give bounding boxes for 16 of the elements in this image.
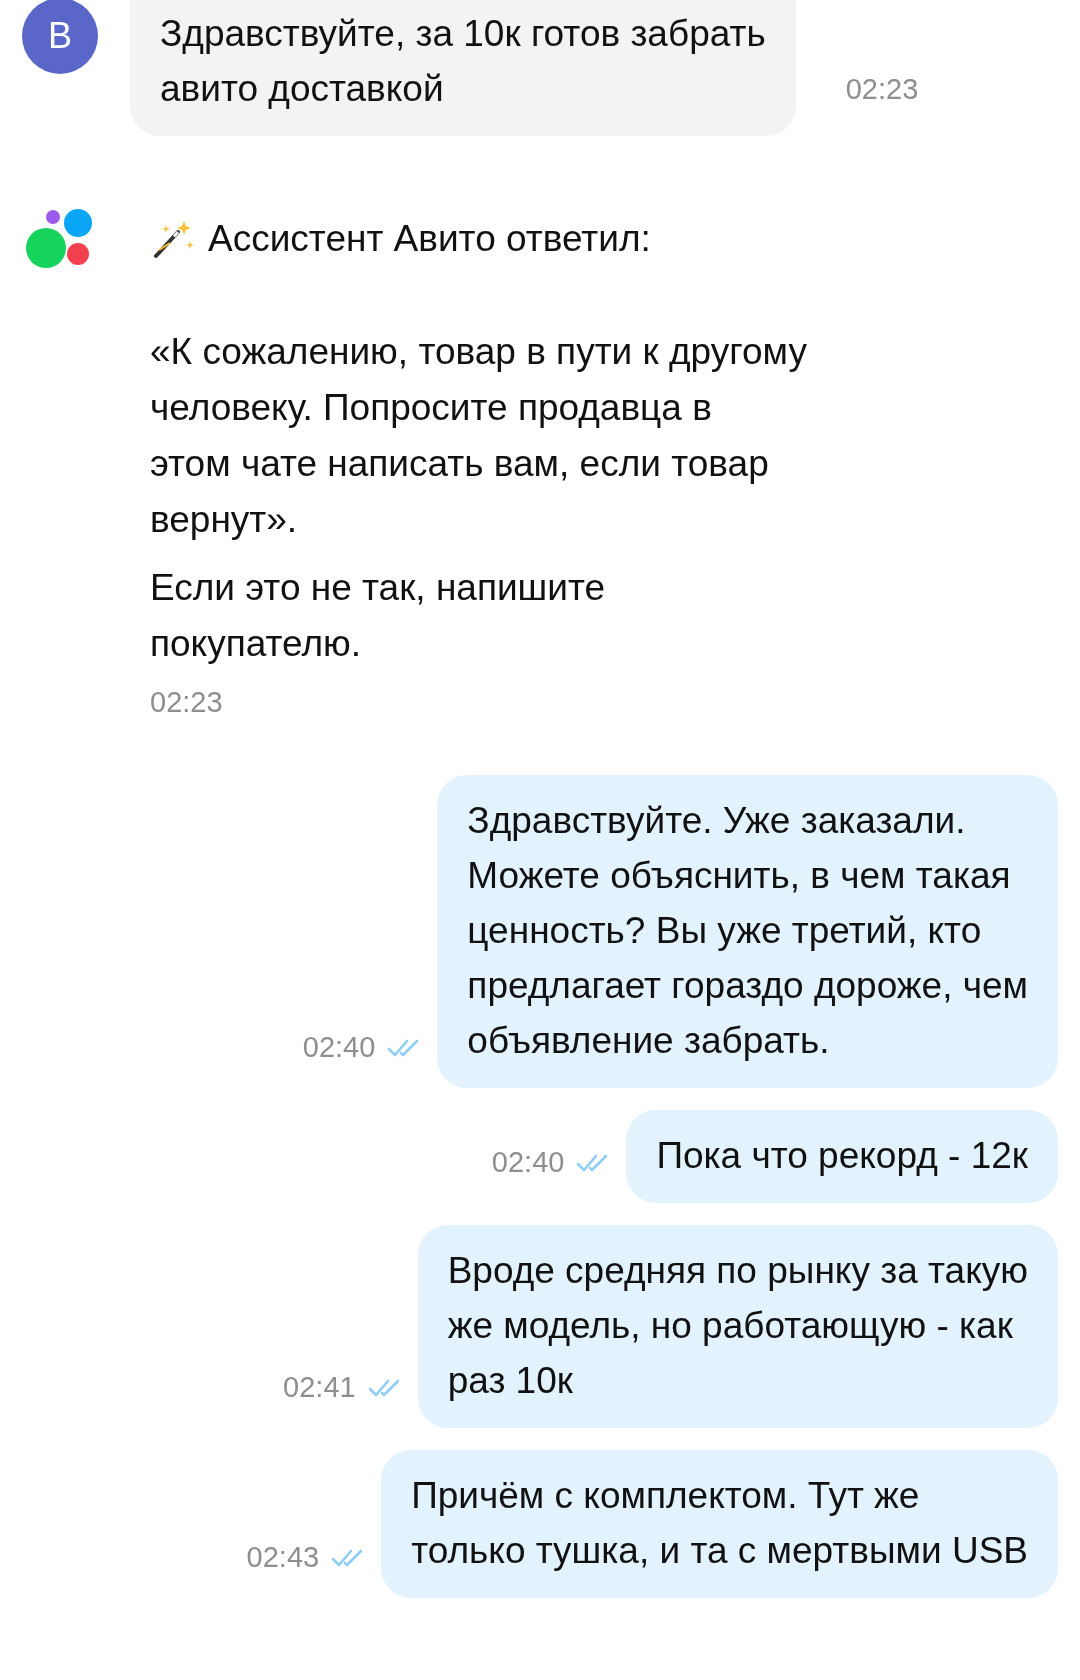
message-text: «К сожалению, товар в пути к другому человеку. Попросите продавца в этом чате написать вам, если товар вернут». — [150, 330, 807, 542]
message-bubble: Пока что рекорд - 12к — [626, 1110, 1058, 1203]
message-text: Если это не так, напишите покупателю. — [150, 566, 607, 666]
assistant-header: Ассистент Авито ответил: — [208, 218, 651, 260]
message-bubble: Вроде средняя по рынку за такую же модель, но работающую - как раз 10к — [417, 1225, 1058, 1428]
message-time: 02:23 — [150, 686, 224, 719]
message-time: 02:43 — [246, 1541, 320, 1574]
message-time: 02:40 — [302, 1031, 376, 1064]
message-bubble: Здравствуйте. Уже заказали. Можете объяснить, в чем такая ценность? Вы уже третий, кто предлагает гораздо дороже, чем объявление забрать. — [437, 775, 1058, 1088]
message-time: 02:23 — [845, 73, 919, 106]
message-time: 02:41 — [283, 1371, 356, 1404]
assistant-logo-icon — [26, 208, 94, 270]
avatar: В — [22, 0, 98, 74]
message-time: 02:40 — [491, 1146, 565, 1179]
message-bubble: Причём с комплектом. Тут же только тушка, и та с мертвыми USB — [381, 1450, 1058, 1598]
message-bubble: Здравствуйте, за 10к готов забрать авито доставкой — [130, 0, 796, 136]
